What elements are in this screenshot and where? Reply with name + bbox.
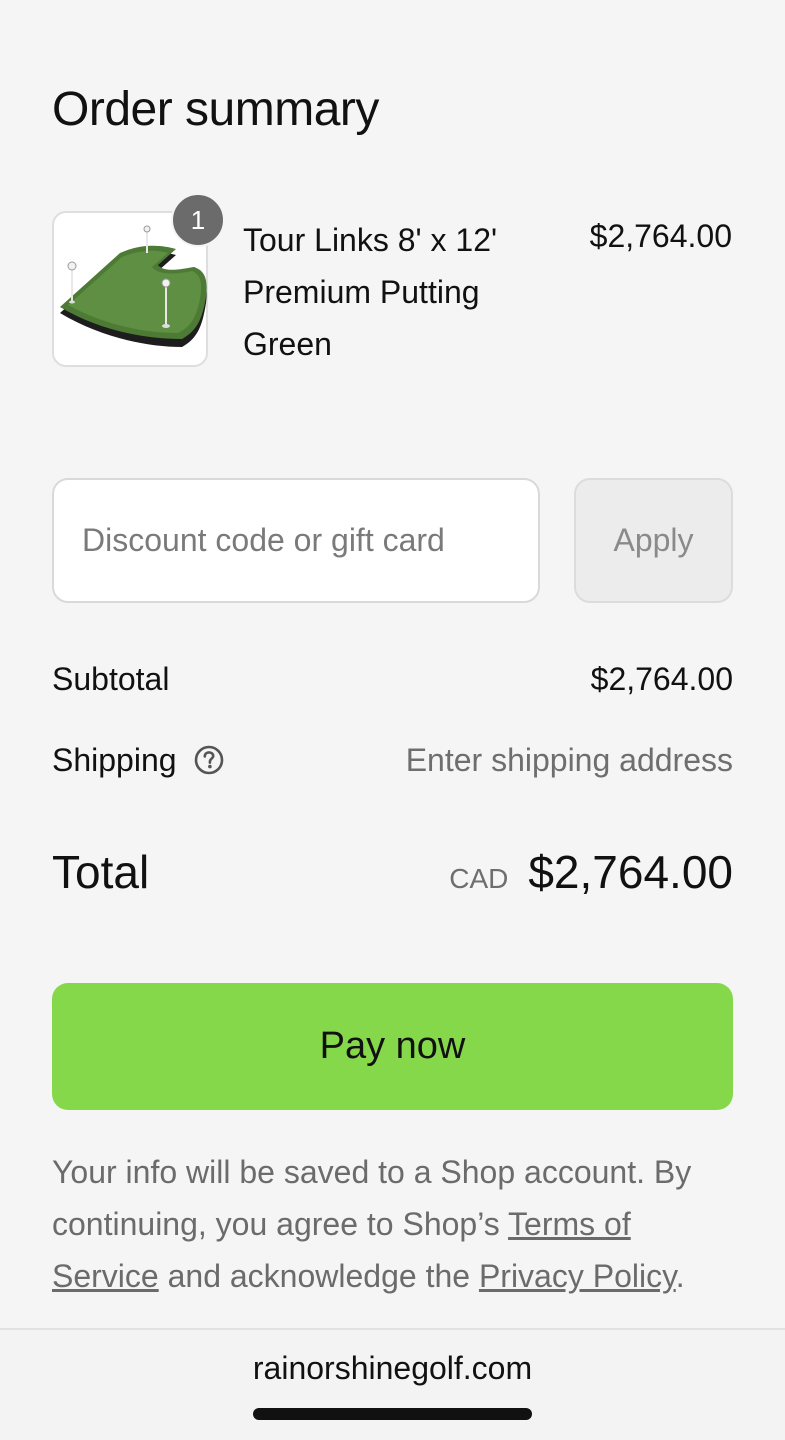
apply-discount-button[interactable]: Apply (574, 478, 733, 603)
home-indicator[interactable] (253, 1408, 532, 1420)
shipping-label-group: Shipping (52, 742, 225, 779)
subtotal-label: Subtotal (52, 660, 170, 697)
shipping-label: Shipping (52, 741, 177, 778)
question-circle-icon[interactable] (193, 744, 225, 776)
shipping-row: Shipping Enter shipping address (52, 735, 733, 785)
product-price: $2,764.00 (589, 218, 732, 254)
checkout-page: Order summary 1 Tour Links 8' x 12' Prem… (0, 0, 785, 1440)
site-domain[interactable]: rainorshinegolf.com (0, 1350, 785, 1387)
shipping-value: Enter shipping address (405, 741, 733, 778)
total-label: Total (52, 846, 150, 898)
total-amount: $2,764.00 (528, 846, 733, 898)
subtotal-row: Subtotal $2,764.00 (52, 656, 733, 702)
pay-now-button[interactable]: Pay now (52, 983, 733, 1110)
total-value-group: CAD $2,764.00 (449, 845, 733, 899)
discount-code-input[interactable] (52, 478, 540, 603)
browser-address-bar[interactable]: rainorshinegolf.com (0, 1328, 785, 1440)
legal-text-3: . (675, 1258, 685, 1294)
total-row: Total CAD $2,764.00 (52, 840, 733, 904)
subtotal-value: $2,764.00 (590, 660, 733, 697)
privacy-policy-link[interactable]: Privacy Policy (479, 1258, 676, 1294)
quantity-badge: 1 (171, 193, 225, 247)
page-title: Order summary (52, 83, 379, 136)
product-name: Tour Links 8' x 12' Premium Putting Gree… (243, 222, 498, 362)
currency-code: CAD (449, 863, 509, 894)
legal-notice: Your info will be saved to a Shop accoun… (52, 1146, 733, 1328)
legal-text-2: and acknowledge the (158, 1258, 479, 1294)
